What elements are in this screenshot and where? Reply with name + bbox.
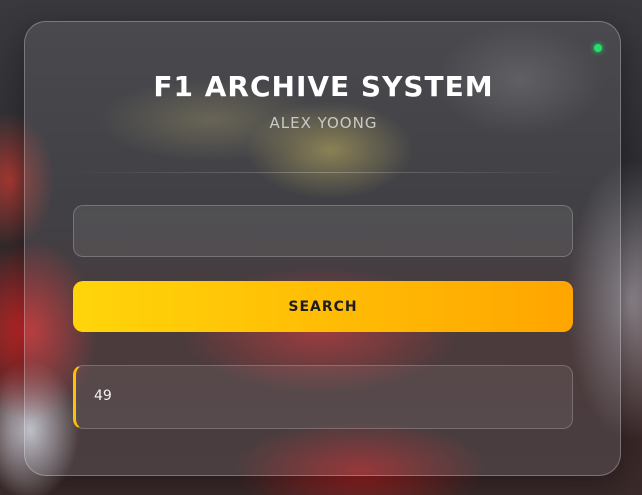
- status-indicator: [594, 44, 602, 52]
- search-button[interactable]: SEARCH: [73, 281, 573, 332]
- page-subtitle: ALEX YOONG: [269, 114, 378, 132]
- result-value: 49: [94, 388, 112, 404]
- search-input[interactable]: [73, 205, 573, 257]
- divider: [73, 172, 573, 173]
- page-title: F1 ARCHIVE SYSTEM: [153, 70, 494, 103]
- archive-panel: F1 ARCHIVE SYSTEM ALEX YOONG SEARCH 49: [24, 21, 621, 476]
- result-card: 49: [73, 365, 573, 429]
